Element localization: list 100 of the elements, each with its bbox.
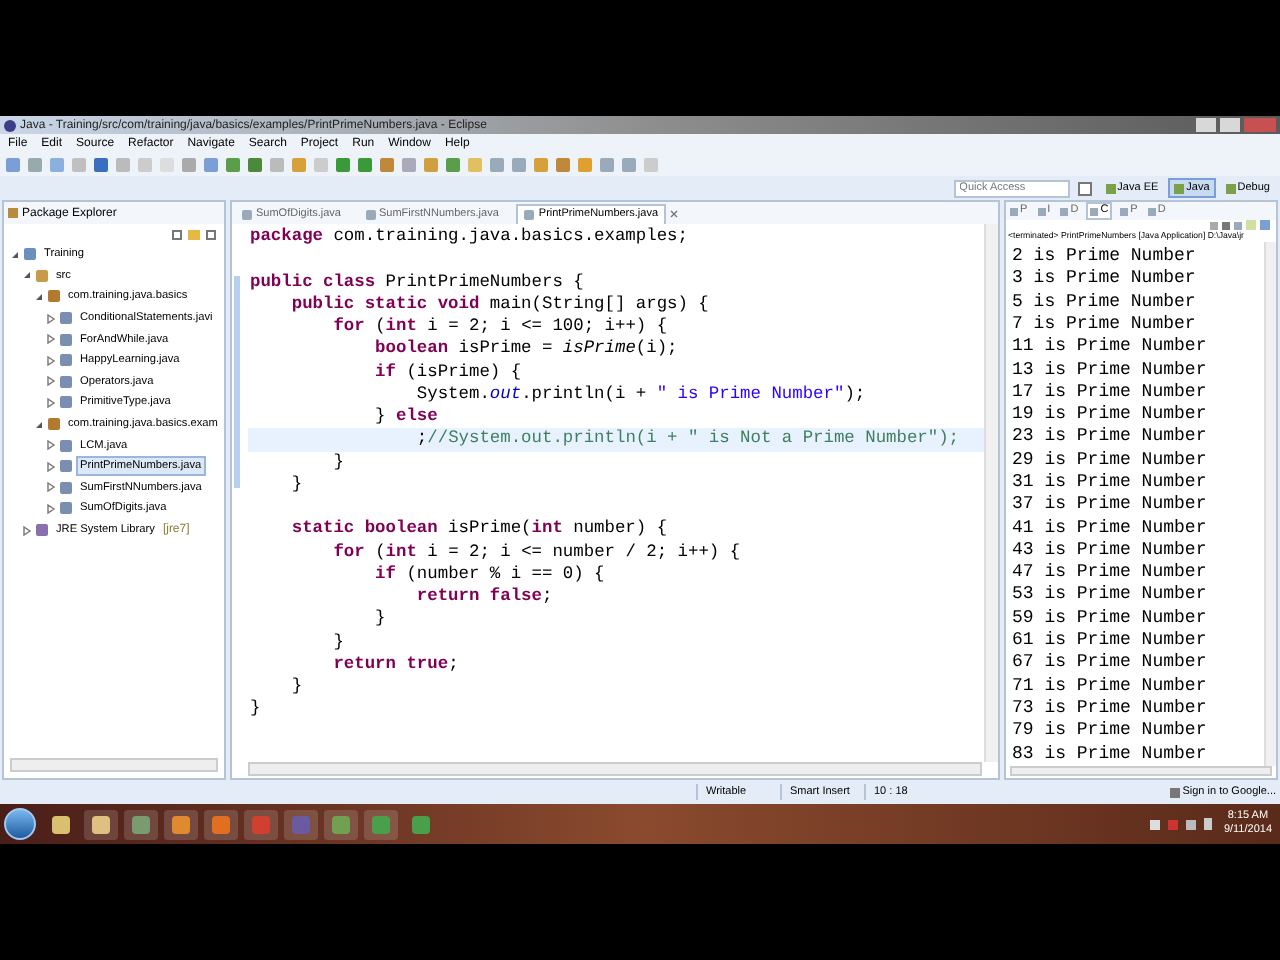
package-icon: [8, 208, 18, 218]
perspective-icon: [1225, 183, 1236, 193]
code-line: for (int i = 2; i <= 100; i++) {: [331, 316, 670, 339]
code-line: public static void main(String[] args) {: [289, 293, 711, 316]
code-line: }: [373, 608, 388, 631]
code-line: static boolean isPrime(int number) {: [289, 518, 670, 541]
expanded-arrow-icon[interactable]: [34, 419, 44, 430]
expanded-arrow-icon[interactable]: [34, 291, 44, 302]
code-line: System.out.println(i + " is Prime Number");: [414, 383, 868, 406]
perspective-icon: [1174, 183, 1185, 193]
network-icon[interactable]: [1185, 819, 1196, 829]
code-line: }: [289, 676, 305, 699]
code-line: boolean isPrime = isPrime(i);: [373, 338, 680, 361]
start-button[interactable]: [4, 808, 36, 840]
java-file-icon: [365, 209, 375, 219]
collapsed-arrow-icon[interactable]: [22, 525, 32, 536]
console-line: 71 is Prime Number: [1012, 675, 1209, 698]
view-icon: [1060, 207, 1069, 215]
collapsed-arrow-icon[interactable]: [46, 355, 56, 366]
code-line: for (int i = 2; i <= number / 2; i++) {: [331, 541, 743, 564]
expanded-arrow-icon[interactable]: [22, 270, 32, 281]
collapsed-arrow-icon[interactable]: [46, 334, 56, 345]
collapsed-arrow-icon[interactable]: [46, 482, 56, 493]
user-icon: [1170, 787, 1181, 797]
code-line: }: [289, 473, 305, 496]
taskbar-app-icon[interactable]: [324, 809, 358, 839]
code-line: } else: [373, 406, 440, 429]
code-line: return true;: [331, 653, 461, 676]
code-line: if (isPrime) {: [373, 361, 524, 384]
collapsed-arrow-icon[interactable]: [46, 461, 56, 472]
open-perspective-icon[interactable]: [1077, 181, 1092, 195]
java-file-icon: [242, 209, 252, 219]
expanded-arrow-icon[interactable]: [10, 249, 20, 260]
view-menu-icon[interactable]: [206, 229, 216, 239]
console-line: 37 is Prime Number: [1012, 494, 1209, 518]
view-icon: [1037, 207, 1046, 215]
clear-icon[interactable]: [1234, 221, 1242, 230]
close-button[interactable]: [1244, 118, 1276, 132]
console-line: 67 is Prime Number: [1012, 652, 1209, 676]
taskbar-app-icon[interactable]: [164, 809, 198, 839]
code-line: }: [331, 451, 346, 474]
console-line: 5 is Prime Number: [1012, 291, 1198, 314]
pin-icon[interactable]: [1246, 220, 1256, 231]
console-line: 61 is Prime Number: [1012, 630, 1209, 653]
package-icon: [48, 290, 60, 303]
tray-icon[interactable]: [1149, 819, 1160, 829]
maximize-button[interactable]: [1220, 118, 1240, 132]
taskbar-app-icon[interactable]: [124, 809, 158, 839]
flag-icon[interactable]: [1167, 819, 1178, 829]
project-icon: [24, 248, 36, 261]
vertical-scrollbar[interactable]: [984, 224, 998, 762]
console-line: 43 is Prime Number: [1012, 539, 1209, 563]
taskbar-app-icon[interactable]: [204, 809, 238, 839]
console-line: 79 is Prime Number: [1012, 720, 1209, 744]
code-line: if (number % i == 0) {: [373, 563, 607, 586]
console-line: 59 is Prime Number: [1012, 607, 1209, 631]
display-icon[interactable]: [1260, 220, 1270, 231]
code-line: package com.training.java.basics.examples;: [248, 226, 690, 249]
close-icon[interactable]: [670, 210, 679, 218]
remove-icon[interactable]: [1222, 221, 1230, 230]
console-line: 2 is Prime Number: [1012, 246, 1198, 269]
horizontal-scrollbar[interactable]: [10, 758, 218, 772]
console-line: 3 is Prime Number: [1012, 268, 1198, 292]
collapsed-arrow-icon[interactable]: [46, 440, 56, 451]
horizontal-scrollbar[interactable]: [1010, 765, 1272, 776]
folder-icon: [36, 269, 48, 282]
code-line: }: [331, 631, 346, 654]
view-icon: [1147, 207, 1156, 215]
view-icon: [1090, 207, 1099, 215]
vertical-scrollbar[interactable]: [1264, 242, 1276, 766]
collapsed-arrow-icon[interactable]: [46, 397, 56, 408]
battery-icon[interactable]: [1203, 818, 1212, 830]
code-line: public class PrintPrimeNumbers {: [248, 271, 586, 294]
console-line: 23 is Prime Number: [1012, 426, 1209, 450]
console-line: 53 is Prime Number: [1012, 584, 1209, 608]
terminate-icon[interactable]: [1210, 221, 1218, 230]
console-line: 47 is Prime Number: [1012, 562, 1209, 585]
collapsed-arrow-icon[interactable]: [46, 503, 56, 514]
console-line: 19 is Prime Number: [1012, 404, 1209, 427]
minimize-button[interactable]: [1196, 118, 1216, 132]
link-icon[interactable]: [188, 229, 200, 239]
horizontal-scrollbar[interactable]: [248, 762, 982, 776]
view-icon: [1010, 207, 1018, 215]
collapsed-arrow-icon[interactable]: [46, 376, 56, 387]
taskbar-app-icon[interactable]: [84, 809, 118, 839]
code-line: return false;: [414, 586, 555, 609]
java-file-icon: [524, 210, 535, 220]
console-line: 13 is Prime Number: [1012, 359, 1209, 382]
perspective-icon: [1105, 183, 1116, 193]
console-line: 31 is Prime Number: [1012, 472, 1209, 495]
library-icon: [36, 524, 48, 537]
package-icon: [48, 418, 60, 431]
view-icon: [1120, 207, 1129, 215]
console-line: 29 is Prime Number: [1012, 449, 1209, 472]
console-line: 83 is Prime Number: [1012, 743, 1209, 766]
collapse-all-icon[interactable]: [172, 229, 182, 239]
collapsed-arrow-icon[interactable]: [46, 313, 56, 324]
console-line: 41 is Prime Number: [1012, 517, 1209, 540]
code-line: }: [248, 698, 263, 721]
console-line: 17 is Prime Number: [1012, 381, 1209, 405]
